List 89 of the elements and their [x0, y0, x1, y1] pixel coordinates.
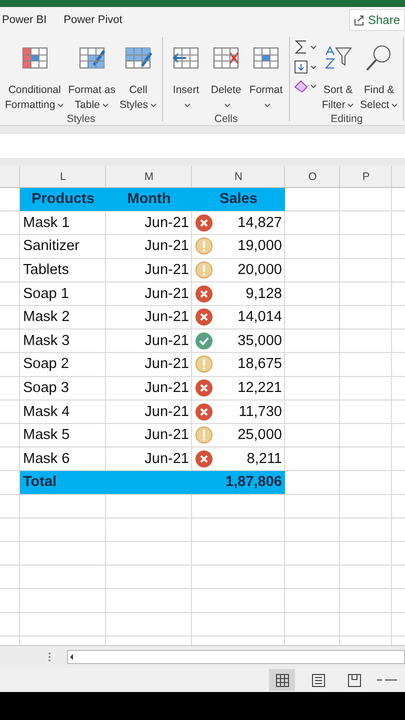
table-cell-text: Jun-21 [144, 261, 190, 280]
cell-brush-icon [124, 45, 152, 71]
group-label: Editing [330, 113, 364, 127]
table-cell-text: Mask 2 [22, 308, 71, 328]
header-cell: Products [20, 188, 106, 211]
sales-value: 20,000 [238, 262, 282, 278]
table-brush-icon [78, 45, 106, 71]
share-icon [354, 14, 365, 26]
ribbon-command[interactable]: Delete [207, 37, 246, 113]
caret-icon [184, 103, 191, 108]
splitter-icon[interactable] [48, 652, 51, 662]
share-button[interactable]: Share [348, 9, 405, 31]
ribbon-command[interactable]: Format as Table [67, 37, 116, 113]
table-cell-text: Jun-21 [144, 402, 190, 422]
worksheet-grid[interactable] [0, 188, 405, 645]
table-cell-text: Sanitizer [22, 237, 80, 256]
table-cell-text: Jun-21 [144, 214, 190, 233]
sum-icon[interactable] [294, 39, 308, 55]
table-cell-text: Jun-21 [144, 332, 190, 351]
page-icon [312, 674, 324, 686]
ribbon-command[interactable]: Find & Select [359, 37, 400, 113]
caret-icon [310, 84, 318, 88]
table-cell-text: Jun-21 [144, 379, 190, 398]
sort-filter-icon [323, 45, 354, 71]
total-label: Total [20, 471, 192, 494]
caret-icon [310, 64, 318, 70]
sales-value: 11,730 [238, 404, 282, 420]
header-cell: Month [106, 188, 192, 211]
ribbon-command[interactable]: Sort & Filter [319, 37, 358, 113]
conditional-format-icon [20, 45, 49, 71]
insert-cells-icon [172, 45, 200, 71]
header-cell: Sales [192, 188, 285, 211]
ribbon-tab[interactable]: Power Pivot [64, 14, 140, 26]
sales-value: 8,211 [246, 450, 282, 467]
caret-icon [57, 103, 64, 108]
table-cell-text: Jun-21 [144, 284, 190, 304]
eraser-icon[interactable] [294, 79, 308, 93]
table-cell-text: Jun-21 [144, 237, 190, 256]
column-header[interactable]: O [285, 166, 340, 187]
caret-icon [264, 103, 271, 108]
total-value: 1,87,806 [192, 471, 285, 494]
fill-down-icon[interactable] [294, 60, 308, 74]
ribbon-tab[interactable]: Power BI [2, 14, 64, 26]
table-cell-text: Mask 6 [22, 450, 71, 469]
caret-icon [150, 103, 158, 108]
ribbon-command[interactable]: Format [247, 37, 286, 113]
column-header[interactable]: N [192, 166, 285, 187]
sales-value: 14,014 [238, 309, 282, 326]
scroll-left-icon[interactable] [68, 653, 76, 661]
table-cell-text: Soap 3 [22, 379, 70, 398]
ribbon-command[interactable]: Conditional Formatting [4, 37, 66, 113]
table-cell-text: Jun-21 [144, 308, 190, 328]
sales-value: 35,000 [238, 332, 282, 349]
caret-icon [391, 103, 398, 108]
table-cell-text: Mask 3 [22, 332, 71, 351]
caret-icon [224, 103, 231, 108]
sales-value: 12,221 [238, 380, 282, 396]
group-label: Styles [66, 113, 96, 127]
table-cell-text: Soap 1 [22, 284, 70, 304]
search-icon [365, 44, 394, 72]
sales-value: 9,128 [246, 286, 282, 302]
format-cells-icon [252, 45, 280, 71]
ribbon-command[interactable]: Cell Styles [118, 37, 158, 113]
delete-cells-icon [212, 45, 240, 71]
column-header[interactable]: P [340, 166, 392, 187]
sales-value: 19,000 [238, 238, 282, 254]
table-cell-text: Jun-21 [144, 450, 190, 469]
table-cell-text: Mask 5 [22, 426, 71, 446]
caret-icon [347, 103, 354, 108]
page-break-icon [348, 674, 360, 686]
table-cell-text: Mask 1 [22, 214, 71, 233]
sales-value: 18,675 [238, 356, 282, 372]
column-header[interactable]: L [20, 166, 106, 187]
table-cell-text: Jun-21 [144, 355, 190, 374]
table-cell-text: Mask 4 [22, 402, 71, 422]
caret-icon [310, 44, 318, 50]
column-header[interactable]: M [106, 166, 192, 187]
grid-icon [276, 674, 288, 686]
view-button[interactable] [269, 669, 295, 691]
caret-icon [102, 103, 109, 108]
table-cell-text: Tablets [22, 261, 70, 280]
ribbon-command[interactable]: Insert [167, 37, 206, 113]
group-label: Cells [213, 113, 239, 127]
zoom-slider-icon[interactable] [377, 677, 397, 683]
sales-value: 25,000 [238, 427, 282, 444]
table-cell-text: Soap 2 [22, 355, 70, 374]
horizontal-scrollbar[interactable] [67, 650, 405, 664]
table-cell-text: Jun-21 [144, 426, 190, 446]
sales-value: 14,827 [238, 214, 282, 231]
